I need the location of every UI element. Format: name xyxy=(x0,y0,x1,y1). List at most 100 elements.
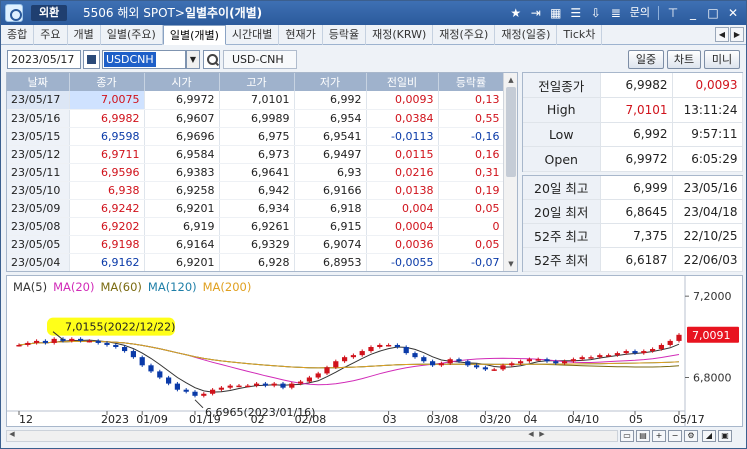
tab-current-price[interactable]: 현재가 xyxy=(279,25,323,45)
table-row[interactable]: 23/05/04 6,9162 6,9201 6,928 6,8953 -0,0055 -0… xyxy=(7,253,505,271)
tab-scroll: ◀ ▶ xyxy=(715,27,744,42)
hide-icon[interactable]: ◢ xyxy=(702,430,716,442)
col-change-rate[interactable]: 등락률 xyxy=(438,73,505,91)
star-icon[interactable]: ★ xyxy=(507,4,525,22)
candle-body xyxy=(315,373,321,378)
candle-body xyxy=(456,359,462,362)
x-tick-label: 04 xyxy=(523,413,537,426)
zoom-out-icon[interactable]: − xyxy=(668,430,682,442)
grid-icon[interactable]: ▦ xyxy=(547,4,565,22)
row-high: 7,0101 xyxy=(219,91,295,110)
settings-icon[interactable]: ⚙ xyxy=(684,430,698,442)
table-row[interactable]: 23/05/11 6,9596 6,9383 6,9641 6,93 0,0216 0,31 xyxy=(7,163,505,182)
table-row[interactable]: 23/05/12 6,9711 6,9584 6,973 6,9497 0,0115 0,1… xyxy=(7,145,505,164)
row-low: 6,915 xyxy=(294,217,367,237)
price-chart[interactable]: 7,2000 6,8000 7,0091 7,0155(2022/12/22) 6,69… xyxy=(6,275,743,427)
stat-value: 7,375 xyxy=(600,223,673,249)
row-date: 23/05/11 xyxy=(7,163,70,182)
chart-button[interactable]: 차트 xyxy=(667,50,701,69)
layout-2-icon[interactable]: ▤ xyxy=(636,430,650,442)
candle-body xyxy=(306,377,313,382)
candle-body xyxy=(227,385,233,388)
candle-body xyxy=(623,351,629,354)
intraday-button[interactable]: 일중 xyxy=(628,50,664,69)
help-button[interactable]: 문의 xyxy=(627,4,653,22)
tab-prev-icon[interactable]: ◀ xyxy=(715,27,729,42)
col-high[interactable]: 고가 xyxy=(219,73,295,91)
mini-button[interactable]: 미니 xyxy=(704,50,740,69)
date-input[interactable]: 2023/05/17 xyxy=(7,50,81,69)
tab-arbitrage-krw[interactable]: 재정(KRW) xyxy=(366,25,434,45)
row-open: 6,9201 xyxy=(144,253,220,271)
quote-summary-panel: 전일종가 6,9982 0,0093 High 7,0101 13:11:24 … xyxy=(522,72,743,172)
legend-item[interactable]: MA(200) xyxy=(203,280,252,294)
download-icon[interactable]: ⇩ xyxy=(587,4,605,22)
col-date[interactable]: 날짜 xyxy=(7,73,70,91)
layout-1-icon[interactable]: ▭ xyxy=(620,430,634,442)
tab-next-icon[interactable]: ▶ xyxy=(730,27,744,42)
tab-major[interactable]: 주요 xyxy=(34,25,68,45)
candle-body xyxy=(183,389,189,392)
col-close[interactable]: 종가 xyxy=(69,73,145,91)
search-icon[interactable] xyxy=(203,50,220,69)
expand-icon[interactable]: ▣ xyxy=(718,430,732,442)
table-row[interactable]: 23/05/16 6,9982 6,9607 6,9989 6,954 0,0384 0,5… xyxy=(7,109,505,128)
info-value: 6,9972 xyxy=(600,146,673,172)
info-time: 13:11:24 xyxy=(672,97,743,123)
scroll-down-icon[interactable]: ▼ xyxy=(505,258,517,270)
tab-arbitrage-intraday[interactable]: 재정(일중) xyxy=(495,25,558,45)
screen-tabs: 종합 주요 개별 일별(주요) 일별(개별) 시간대별 현재가 등락율 재정(K… xyxy=(1,25,746,45)
maximize-icon[interactable]: □ xyxy=(704,4,722,22)
stat-label: 20일 최저 xyxy=(523,199,601,225)
table-row[interactable]: 23/05/08 6,9202 6,919 6,9261 6,915 0,0004 0 xyxy=(7,217,505,237)
stat-row: 52주 최저 6,6187 22/06/03 xyxy=(523,247,743,273)
legend-item[interactable]: MA(60) xyxy=(101,280,142,294)
table-row[interactable]: 23/05/17 7,0075 6,9972 7,0101 6,992 0,0093 0,1… xyxy=(7,91,505,110)
candle-body xyxy=(482,367,489,370)
row-open: 6,9972 xyxy=(144,91,220,110)
minimize-icon[interactable]: _ xyxy=(684,4,702,22)
legend-item[interactable]: MA(5) xyxy=(13,280,47,294)
table-row[interactable]: 23/05/10 6,938 6,9258 6,942 6,9166 0,0138 0,19 xyxy=(7,180,505,201)
scroll-mid-left-icon[interactable]: ◀ xyxy=(526,428,536,440)
tab-tick-chart[interactable]: Tick차 xyxy=(557,25,603,45)
tab-daily-individual[interactable]: 일별(개별) xyxy=(162,25,226,45)
stat-value: 6,8645 xyxy=(600,199,673,225)
tab-arbitrage-major[interactable]: 재정(주요) xyxy=(433,25,496,45)
chart-scrollbar[interactable]: ◀ ◀ ▶ ▭ ▤ + − ⚙ ◢ ▣ xyxy=(6,428,743,444)
calendar-icon[interactable] xyxy=(83,50,100,69)
table-row[interactable]: 23/05/09 6,9242 6,9201 6,934 6,918 0,004 0,05 xyxy=(7,199,505,219)
candle-body xyxy=(271,383,277,386)
legend-item[interactable]: MA(120) xyxy=(148,280,197,294)
col-change[interactable]: 전일비 xyxy=(366,73,439,91)
pin-icon[interactable]: ⊤ xyxy=(664,4,682,22)
y-tick-label: 7,2000 xyxy=(693,290,732,303)
scroll-left-icon[interactable]: ◀ xyxy=(7,428,17,440)
symbol-dropdown-icon[interactable]: ▼ xyxy=(186,50,200,69)
table-row[interactable]: 23/05/15 6,9598 6,9696 6,975 6,9541 -0,0113 -0… xyxy=(7,127,505,146)
list-icon[interactable]: ≣ xyxy=(607,4,625,22)
scroll-up-icon[interactable]: ▲ xyxy=(505,74,517,86)
row-open: 6,9584 xyxy=(144,145,220,164)
category-badge[interactable]: 외환 xyxy=(31,5,68,21)
export-icon[interactable]: ⇥ xyxy=(527,4,545,22)
col-low[interactable]: 저가 xyxy=(294,73,367,91)
col-open[interactable]: 시가 xyxy=(144,73,220,91)
tab-change-rate[interactable]: 등락율 xyxy=(323,25,367,45)
legend-item[interactable]: MA(20) xyxy=(53,280,94,294)
candle-body xyxy=(341,357,348,362)
scroll-mid-right-icon[interactable]: ▶ xyxy=(537,428,547,440)
tab-daily-major[interactable]: 일별(주요) xyxy=(101,25,163,45)
table-row[interactable]: 23/05/05 6,9198 6,9164 6,9329 6,9074 0,0036 0,… xyxy=(7,235,505,255)
table-scrollbar[interactable]: ▲ ▼ xyxy=(503,73,517,271)
row-change-rate: 0,13 xyxy=(438,91,505,110)
tab-overview[interactable]: 종합 xyxy=(1,25,35,45)
scroll-thumb[interactable] xyxy=(506,87,516,177)
chart-canvas[interactable]: 7,20006,80007,00917,0155(2022/12/22)6,69… xyxy=(7,276,742,426)
symbol-input[interactable]: USDCNH xyxy=(102,50,186,69)
zoom-in-icon[interactable]: + xyxy=(652,430,666,442)
tab-individual[interactable]: 개별 xyxy=(68,25,101,45)
tab-by-time[interactable]: 시간대별 xyxy=(226,25,280,45)
close-icon[interactable]: ✕ xyxy=(724,4,742,22)
menu-icon[interactable]: ☰ xyxy=(567,4,585,22)
